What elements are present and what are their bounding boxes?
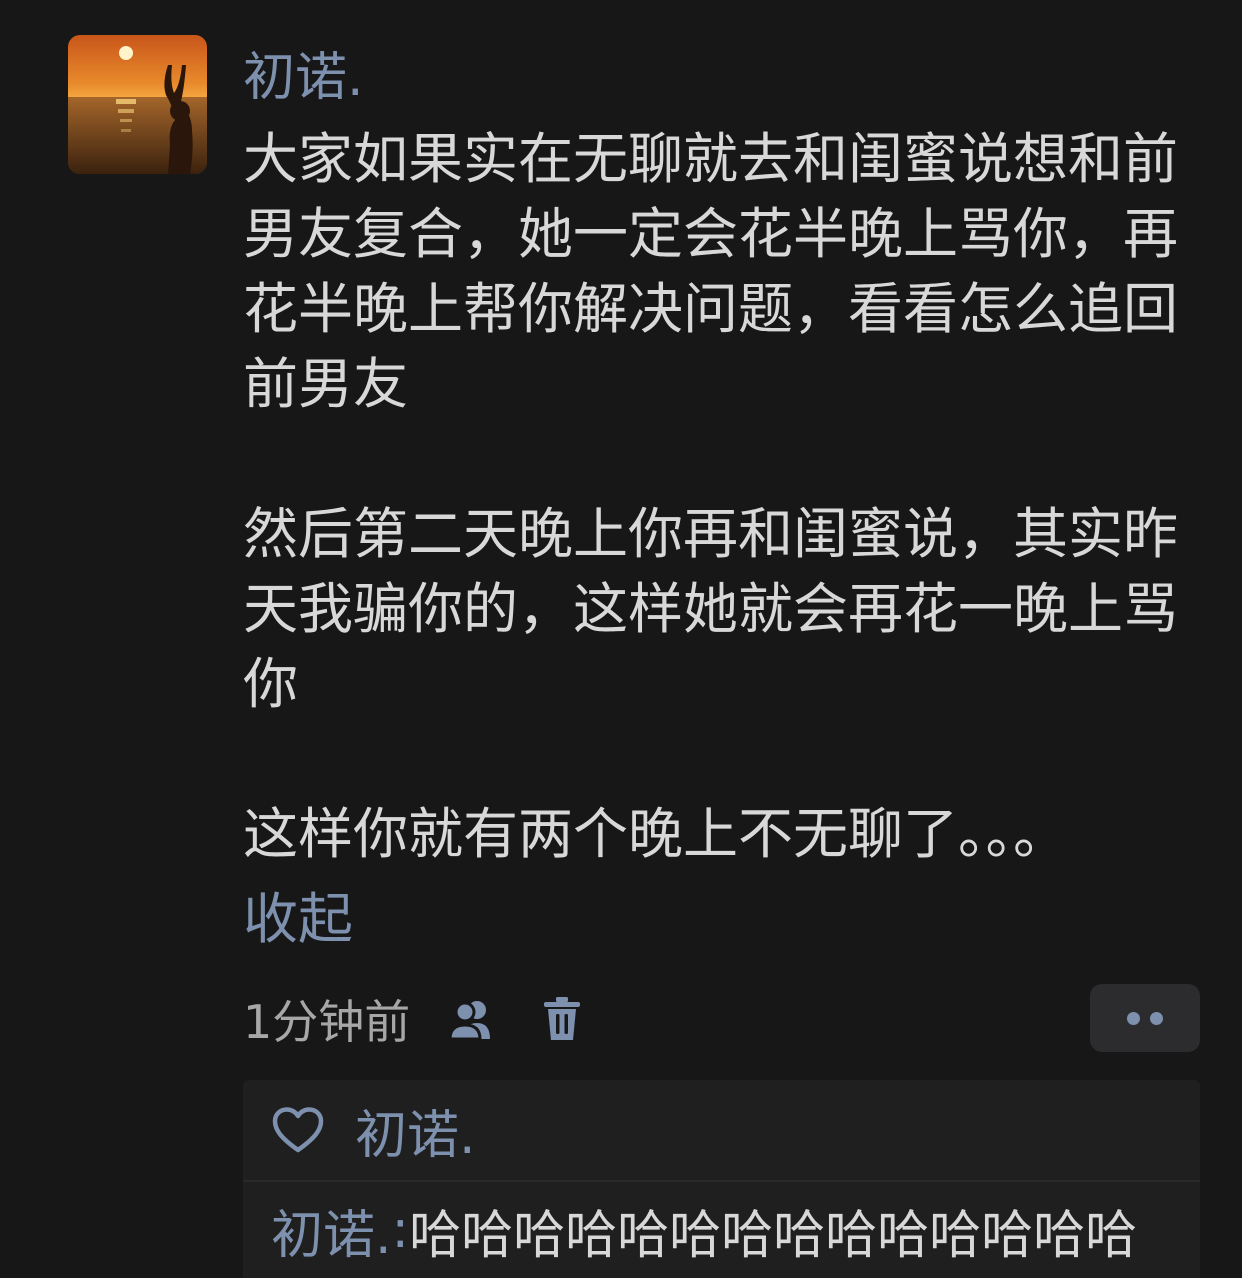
trash-icon[interactable] <box>542 996 582 1042</box>
comment-item[interactable]: 初诺.: 哈哈哈哈哈哈哈哈哈哈哈哈哈哈 <box>243 1182 1200 1278</box>
comment-author[interactable]: 初诺. <box>271 1193 392 1268</box>
post-paragraph: 大家如果实在无聊就去和闺蜜说想和前男友复合，她一定会花半晚上骂你，再花半晚上帮你… <box>243 127 1179 416</box>
avatar-sunset-image <box>68 35 207 174</box>
more-dots-icon <box>1127 1011 1140 1025</box>
avatar[interactable] <box>68 35 207 174</box>
post-paragraph: 这样你就有两个晚上不无聊了。。。 <box>243 802 1069 866</box>
post-paragraph: 然后第二天晚上你再和闺蜜说，其实昨天我骗你的，这样她就会再花一晚上骂你 <box>243 502 1179 716</box>
more-dots-icon <box>1150 1011 1163 1025</box>
post-body: 大家如果实在无聊就去和闺蜜说想和前男友复合，她一定会花半晚上骂你，再花半晚上帮你… <box>243 122 1193 872</box>
post-content: 初诺. 大家如果实在无聊就去和闺蜜说想和前男友复合，她一定会花半晚上骂你，再花半… <box>243 40 1203 872</box>
post-timestamp: 1分钟前 <box>243 995 411 1049</box>
more-options-button[interactable] <box>1090 984 1200 1052</box>
post-meta-row: 1分钟前 <box>243 988 582 1050</box>
heart-outline-icon <box>271 1106 325 1154</box>
comment-separator: : <box>391 1200 410 1260</box>
collapse-link[interactable]: 收起 <box>243 882 353 957</box>
friends-icon[interactable] <box>446 997 500 1041</box>
liker-name[interactable]: 初诺. <box>355 1093 476 1168</box>
likes-row: 初诺. <box>243 1080 1200 1180</box>
interaction-panel: 初诺. 初诺.: 哈哈哈哈哈哈哈哈哈哈哈哈哈哈 <box>243 1080 1200 1278</box>
comment-text: 哈哈哈哈哈哈哈哈哈哈哈哈哈哈 <box>409 1205 1138 1266</box>
post-author-name[interactable]: 初诺. <box>243 40 1203 116</box>
